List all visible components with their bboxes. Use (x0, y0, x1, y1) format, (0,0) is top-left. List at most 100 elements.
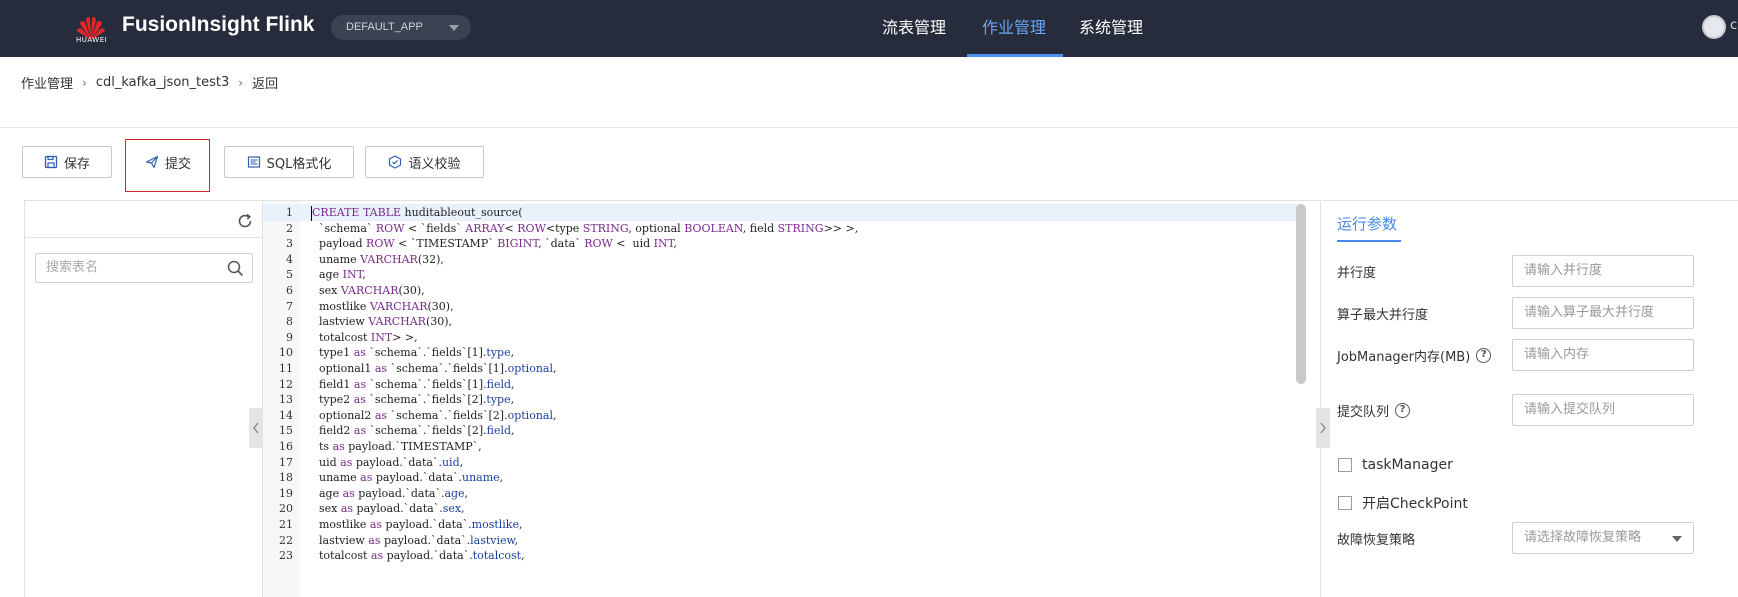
code-line[interactable]: 3 payload ROW < `TIMESTAMP` BIGINT, `dat… (263, 235, 1303, 252)
code-text[interactable]: ts as payload.`TIMESTAMP`, (312, 438, 482, 455)
code-text[interactable]: age as payload.`data`.age, (312, 485, 468, 502)
queue-field[interactable] (1512, 394, 1694, 426)
line-number: 17 (279, 455, 293, 469)
code-text[interactable]: field2 as `schema`.`fields`[2].field, (312, 422, 515, 439)
code-text[interactable]: optional1 as `schema`.`fields`[1].option… (312, 360, 557, 377)
max-parallelism-label-text: 算子最大并行度 (1337, 308, 1429, 323)
code-line[interactable]: 7 mostlike VARCHAR(30), (263, 298, 1303, 315)
breadcrumb-job-management[interactable]: 作业管理 (21, 73, 73, 92)
code-text[interactable]: totalcost INT> >, (312, 329, 418, 346)
code-line[interactable]: 8 lastview VARCHAR(30), (263, 313, 1303, 330)
failover-label-text: 故障恢复策略 (1337, 533, 1416, 548)
avatar[interactable] (1702, 15, 1726, 39)
code-line[interactable]: 10 type1 as `schema`.`fields`[1].type, (263, 344, 1303, 361)
line-number: 21 (279, 518, 293, 531)
line-number: 14 (279, 408, 293, 422)
code-line[interactable]: 22 lastview as payload.`data`.lastview, (263, 532, 1303, 549)
code-line[interactable]: 4 uname VARCHAR(32), (263, 251, 1303, 268)
help-icon[interactable]: ? (1395, 403, 1411, 418)
line-number: 22 (279, 533, 293, 547)
line-number: 13 (279, 393, 293, 407)
editor-scrollbar[interactable] (1296, 204, 1306, 384)
code-line[interactable]: 9 totalcost INT> >, (263, 329, 1303, 346)
code-line[interactable]: 2 `schema` ROW < `fields` ARRAY< ROW<typ… (263, 220, 1303, 237)
line-number: 11 (279, 362, 293, 375)
code-text[interactable]: age INT, (312, 266, 366, 283)
search-icon[interactable] (227, 260, 244, 277)
jm-memory-field[interactable] (1512, 339, 1694, 371)
code-text[interactable]: `schema` ROW < `fields` ARRAY< ROW<type … (312, 220, 858, 237)
top-bar: HUAWEI FusionInsight Flink DEFAULT_APP 流… (0, 0, 1738, 57)
user-name-fragment[interactable]: c (1730, 18, 1737, 33)
code-line[interactable]: 16 ts as payload.`TIMESTAMP`, (263, 438, 1303, 455)
chevron-right-icon: › (82, 75, 87, 90)
collapse-left-handle[interactable] (249, 408, 263, 448)
nav-active-indicator (967, 54, 1063, 57)
code-text[interactable]: uname as payload.`data`.uname, (312, 469, 503, 486)
checkpoint-option[interactable]: 开启CheckPoint (1338, 493, 1468, 513)
task-manager-option[interactable]: taskManager (1338, 457, 1453, 473)
code-text[interactable]: field1 as `schema`.`fields`[1].field, (312, 376, 515, 393)
code-line[interactable]: 14 optional2 as `schema`.`fields`[2].opt… (263, 407, 1303, 424)
code-text[interactable]: sex as payload.`data`.sex, (312, 500, 465, 517)
semantic-validate-button[interactable]: 语义校验 (365, 146, 484, 178)
help-icon[interactable]: ? (1476, 348, 1492, 363)
code-line[interactable]: 12 field1 as `schema`.`fields`[1].field, (263, 376, 1303, 393)
code-text[interactable]: type1 as `schema`.`fields`[1].type, (312, 344, 514, 361)
code-text[interactable]: lastview VARCHAR(30), (312, 313, 452, 330)
code-text[interactable]: totalcost as payload.`data`.totalcost, (312, 547, 525, 564)
failover-select[interactable] (1512, 522, 1694, 554)
tab-run-params[interactable]: 运行参数 (1337, 213, 1397, 234)
line-number: 12 (279, 377, 293, 391)
code-line[interactable]: 19 age as payload.`data`.age, (263, 485, 1303, 502)
line-number: 2 (286, 221, 293, 235)
table-search[interactable] (35, 253, 253, 283)
breadcrumb-back[interactable]: 返回 (252, 73, 278, 92)
code-line[interactable]: 20 sex as payload.`data`.sex, (263, 500, 1303, 517)
max-parallelism-field[interactable] (1512, 297, 1694, 329)
line-number: 4 (286, 252, 293, 266)
code-text[interactable]: uname VARCHAR(32), (312, 251, 444, 268)
code-text[interactable]: lastview as payload.`data`.lastview, (312, 532, 518, 549)
checkpoint-checkbox[interactable] (1338, 496, 1352, 510)
sql-editor[interactable]: 1 CREATE TABLE huditableout_source(2 `sch… (263, 200, 1321, 597)
code-text[interactable]: optional2 as `schema`.`fields`[2].option… (312, 407, 557, 424)
chevron-right-icon: › (238, 75, 244, 90)
code-line[interactable]: 17 uid as payload.`data`.uid, (263, 454, 1303, 471)
code-text[interactable]: payload ROW < `TIMESTAMP` BIGINT, `data`… (312, 235, 677, 252)
line-number: 3 (286, 237, 293, 251)
nav-stream-tables[interactable]: 流表管理 (882, 14, 946, 38)
task-manager-checkbox[interactable] (1338, 458, 1352, 472)
code-text[interactable]: sex VARCHAR(30), (312, 282, 425, 299)
max-parallelism-label: 算子最大并行度 (1337, 304, 1428, 323)
code-text[interactable]: CREATE TABLE huditableout_source( (312, 204, 523, 221)
table-search-input[interactable] (46, 260, 216, 275)
code-text[interactable]: type2 as `schema`.`fields`[2].type, (312, 391, 514, 408)
code-line[interactable]: 5 age INT, (263, 266, 1303, 283)
queue-input[interactable] (1524, 402, 1684, 417)
parallelism-input[interactable] (1524, 263, 1684, 278)
nav-job-management[interactable]: 作业管理 (982, 14, 1046, 38)
nav-system-management[interactable]: 系统管理 (1079, 14, 1143, 38)
max-parallelism-input[interactable] (1524, 305, 1684, 320)
parallelism-field[interactable] (1512, 255, 1694, 287)
sql-format-button[interactable]: SQL格式化 (224, 146, 354, 178)
code-text[interactable]: mostlike as payload.`data`.mostlike, (312, 516, 523, 533)
failover-select-input[interactable] (1524, 530, 1684, 545)
code-line[interactable]: 23 totalcost as payload.`data`.totalcost… (263, 547, 1303, 564)
code-line[interactable]: 21 mostlike as payload.`data`.mostlike, (263, 516, 1303, 533)
refresh-icon[interactable] (236, 212, 254, 230)
validate-icon (389, 155, 402, 169)
code-line[interactable]: 15 field2 as `schema`.`fields`[2].field, (263, 422, 1303, 439)
code-line[interactable]: 1 CREATE TABLE huditableout_source( (263, 204, 1303, 221)
code-line[interactable]: 18 uname as payload.`data`.uname, (263, 469, 1303, 486)
code-line[interactable]: 11 optional1 as `schema`.`fields`[1].opt… (263, 360, 1303, 377)
save-button[interactable]: 保存 (22, 146, 112, 178)
code-line[interactable]: 6 sex VARCHAR(30), (263, 282, 1303, 299)
code-text[interactable]: uid as payload.`data`.uid, (312, 454, 463, 471)
code-text[interactable]: mostlike VARCHAR(30), (312, 298, 454, 315)
jm-memory-input[interactable] (1524, 347, 1684, 362)
app-selector-value: DEFAULT_APP (346, 21, 423, 33)
app-selector[interactable]: DEFAULT_APP (331, 15, 471, 40)
code-line[interactable]: 13 type2 as `schema`.`fields`[2].type, (263, 391, 1303, 408)
